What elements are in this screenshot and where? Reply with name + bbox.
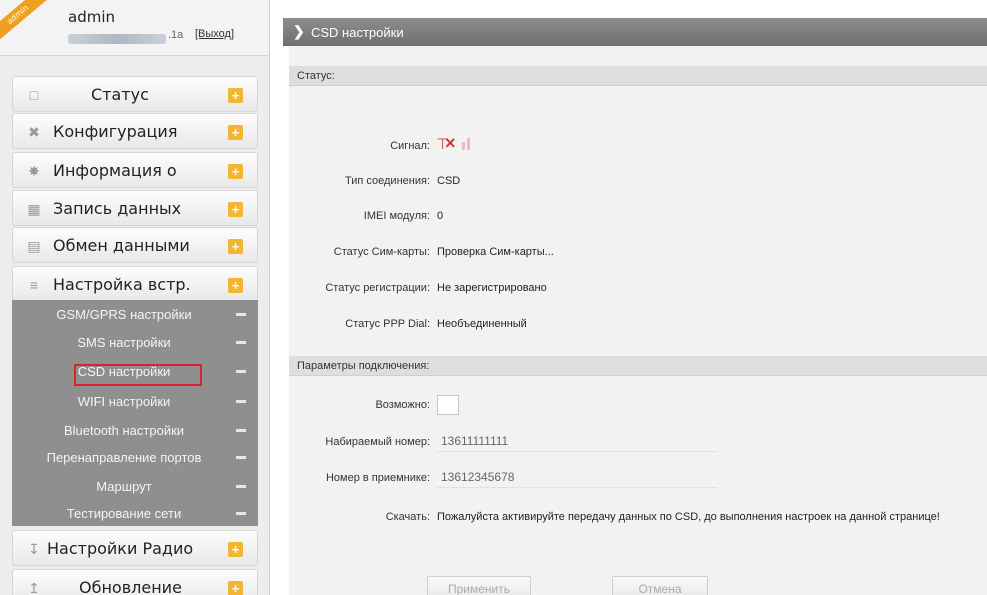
menu-item-label: Настройка встр. [53, 275, 191, 294]
signal-label: Сигнал: [390, 140, 430, 152]
submenu-item-wifi[interactable]: WIFI настройки [12, 389, 258, 414]
enable-checkbox[interactable] [437, 395, 459, 415]
cancel-button[interactable]: Отмена [612, 576, 708, 595]
menu-item-status[interactable]: □ Статус + [12, 76, 258, 112]
dash-icon [236, 341, 246, 344]
submenu: GSM/GPRS настройки SMS настройки CSD нас… [12, 300, 258, 526]
menu-item-label: Статус [91, 85, 149, 104]
user-ip-suffix: .1a [168, 29, 184, 41]
page-title: CSD настройки [311, 25, 404, 40]
status-section-header: Статус: [289, 66, 987, 86]
submenu-item-label: Маршрут [96, 479, 152, 494]
menu-item-radio-settings[interactable]: ↧ Настройки Радио + [12, 530, 258, 566]
submenu-item-label: Bluetooth настройки [63, 423, 185, 438]
submenu-item-label: GSM/GPRS настройки [56, 307, 192, 322]
sim-status-label: Статус Сим-карты: [333, 246, 430, 258]
chevron-right-icon: ❯ [293, 23, 305, 39]
page-title-bar: ❯ CSD настройки [283, 18, 987, 46]
no-signal-x-icon: × [445, 133, 456, 153]
upload-icon: ↥ [28, 580, 40, 595]
expand-plus-icon[interactable]: + [228, 125, 243, 140]
expand-plus-icon[interactable]: + [228, 278, 243, 293]
section-title: Статус: [297, 70, 335, 82]
wrench-icon: ✖ [28, 124, 40, 140]
monitor-icon: □ [29, 87, 39, 103]
imei-value: 0 [437, 210, 444, 222]
menu-item-label: Конфигурация [53, 122, 178, 141]
submenu-item-network-test[interactable]: Тестирование сети [12, 501, 258, 526]
expand-plus-icon[interactable]: + [228, 202, 243, 217]
submenu-item-gsm-gprs[interactable]: GSM/GPRS настройки [12, 302, 258, 327]
signal-bar [462, 142, 465, 150]
menu-item-builtin-settings[interactable]: ≡ Настройка встр. + [12, 266, 258, 302]
params-section-header: Параметры подключения: [289, 356, 987, 376]
menu-item-label: Информация о [53, 161, 177, 180]
expand-plus-icon[interactable]: + [228, 164, 243, 179]
dash-icon [236, 313, 246, 316]
registration-status-value: Не зарегистрировано [437, 282, 547, 294]
conn-type-label: Тип соединения: [345, 175, 430, 187]
dash-icon [236, 370, 246, 373]
ppp-status-value: Необъединенный [437, 318, 527, 330]
sim-status-value: Проверка Сим-карты... [437, 246, 554, 258]
submenu-item-label: Тестирование сети [66, 506, 182, 521]
submenu-item-port-forwarding[interactable]: Перенаправление портов [12, 445, 258, 470]
imei-label: IMEI модуля: [363, 210, 430, 222]
expand-plus-icon[interactable]: + [228, 542, 243, 557]
main-content: ❯ CSD настройки [283, 0, 987, 595]
dial-number-label: Набираемый номер: [325, 436, 430, 448]
registration-status-label: Статус регистрации: [325, 282, 430, 294]
submenu-item-label: Перенаправление портов [46, 450, 202, 465]
conn-type-value: CSD [437, 175, 461, 187]
radio-icon: ↧ [28, 541, 40, 557]
menu-item-data-record[interactable]: ▦ Запись данных + [12, 190, 258, 226]
expand-plus-icon[interactable]: + [228, 239, 243, 254]
sidebar: admin admin .1a [Выход] □ Статус + ✖ Кон… [0, 0, 270, 595]
expand-plus-icon[interactable]: + [228, 88, 243, 103]
admin-ribbon: admin [0, 0, 48, 41]
submenu-item-route[interactable]: Маршрут [12, 474, 258, 499]
dash-icon [236, 400, 246, 403]
menu-item-configuration[interactable]: ✖ Конфигурация + [12, 113, 258, 149]
antenna-icon: ≡ [29, 277, 39, 293]
expand-plus-icon[interactable]: + [228, 581, 243, 595]
satellite-icon: ✸ [28, 163, 40, 179]
enable-label: Возможно: [375, 399, 430, 411]
receiver-number-input[interactable] [437, 466, 717, 488]
signal-bar [467, 138, 470, 150]
logout-link[interactable]: [Выход] [195, 28, 234, 40]
network-icon: ▤ [27, 238, 41, 254]
submenu-item-sms[interactable]: SMS настройки [12, 330, 258, 355]
dash-icon [236, 485, 246, 488]
menu-item-label: Настройки Радио [47, 539, 194, 558]
username: admin [68, 8, 115, 26]
receiver-number-label: Номер в приемнике: [325, 472, 430, 484]
section-title: Параметры подключения: [297, 360, 430, 372]
user-ip-blurred [68, 34, 166, 44]
ppp-status-label: Статус PPP Dial: [345, 318, 430, 330]
dash-icon [236, 456, 246, 459]
submenu-item-label: WIFI настройки [77, 394, 171, 409]
dial-number-input[interactable] [437, 430, 717, 452]
dash-icon [236, 512, 246, 515]
user-panel: admin admin .1a [Выход] [0, 0, 269, 56]
download-notice: Пожалуйста активируйте передачу данных п… [437, 511, 940, 523]
submenu-item-bluetooth[interactable]: Bluetooth настройки [12, 418, 258, 443]
menu-item-label: Обновление [79, 578, 182, 595]
menu-item-update[interactable]: ↥ Обновление + [12, 569, 258, 595]
dash-icon [236, 429, 246, 432]
menu-item-label: Запись данных [53, 199, 182, 218]
download-label: Скачать: [385, 511, 430, 523]
menu-item-info[interactable]: ✸ Информация о + [12, 152, 258, 188]
menu-item-data-exchange[interactable]: ▤ Обмен данными + [12, 227, 258, 263]
active-item-highlight [74, 364, 202, 386]
menu-item-label: Обмен данными [53, 236, 190, 255]
calendar-icon: ▦ [27, 201, 41, 217]
apply-button[interactable]: Применить [427, 576, 531, 595]
submenu-item-label: SMS настройки [77, 335, 171, 350]
